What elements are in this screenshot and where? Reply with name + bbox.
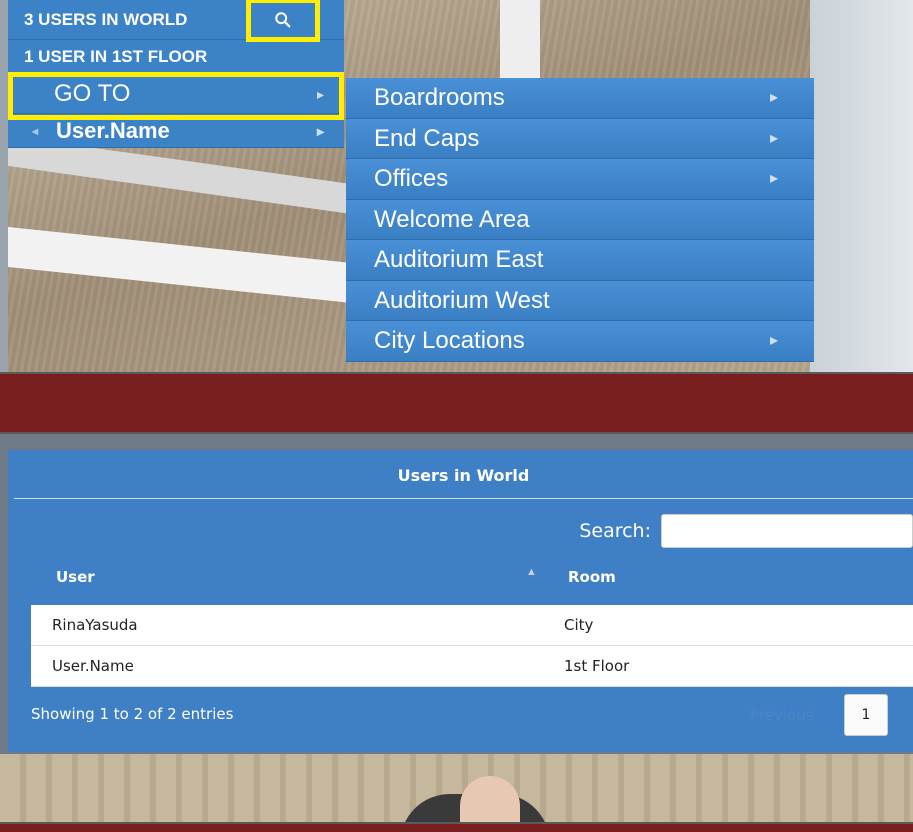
chevron-left-icon: ◂ (32, 124, 39, 138)
submenu-label: Auditorium East (374, 246, 544, 273)
chevron-right-icon: ▸ (316, 86, 324, 102)
user-label: User.Name (56, 118, 170, 143)
scene-pillar (500, 0, 540, 80)
search-button[interactable] (246, 0, 320, 42)
scene-wall (810, 0, 913, 372)
sort-asc-icon: ▲ (526, 566, 537, 578)
cell-user: User.Name (52, 657, 134, 675)
page-1-button[interactable]: 1 (844, 694, 888, 736)
users-in-world-dialog: Users in World Search: User ▲ Room RinaY… (8, 450, 913, 752)
cell-user: RinaYasuda (52, 616, 138, 634)
users-in-floor-count: 1 USER IN 1ST FLOOR (8, 40, 344, 74)
submenu-label: Offices (374, 165, 449, 192)
search-row: Search: (579, 514, 913, 548)
previous-button[interactable]: Previous (750, 706, 813, 724)
users-in-world-label: 3 USERS IN WORLD (24, 10, 188, 29)
column-header-user[interactable]: User (56, 568, 95, 586)
submenu-item-end-caps[interactable]: End Caps ▸ (346, 118, 814, 159)
cell-room: City (564, 616, 594, 634)
user-menu-item[interactable]: ◂ User.Name ▸ (8, 114, 344, 148)
submenu-item-boardrooms[interactable]: Boardrooms ▸ (346, 78, 814, 119)
users-table: RinaYasuda City User.Name 1st Floor (31, 605, 913, 687)
table-row[interactable]: User.Name 1st Floor (31, 646, 913, 687)
chevron-right-icon: ▸ (316, 123, 324, 139)
search-label: Search: (579, 520, 651, 542)
search-input[interactable] (661, 514, 913, 548)
main-menu: 3 USERS IN WORLD 1 USER IN 1ST FLOOR GO … (8, 0, 344, 148)
cell-room: 1st Floor (564, 657, 630, 675)
chevron-right-icon: ▸ (769, 332, 778, 349)
goto-submenu: Boardrooms ▸ End Caps ▸ Offices ▸ Welcom… (346, 78, 814, 362)
dialog-title: Users in World (14, 450, 913, 499)
submenu-label: End Caps (374, 124, 480, 152)
column-header-room[interactable]: Room (568, 568, 616, 586)
goto-menu-item[interactable]: GO TO ▸ (8, 74, 344, 114)
search-icon (275, 12, 291, 28)
submenu-item-offices[interactable]: Offices ▸ (346, 159, 814, 200)
submenu-label: Boardrooms (374, 84, 505, 111)
submenu-label: Auditorium West (374, 286, 550, 314)
chevron-right-icon: ▸ (769, 89, 778, 106)
submenu-item-auditorium-east[interactable]: Auditorium East (346, 240, 814, 281)
frame-edge (0, 0, 8, 372)
submenu-item-city-locations[interactable]: City Locations ▸ (346, 321, 814, 362)
submenu-item-auditorium-west[interactable]: Auditorium West (346, 280, 814, 321)
chevron-right-icon: ▸ (769, 170, 778, 187)
submenu-label: Welcome Area (374, 205, 530, 233)
table-info: Showing 1 to 2 of 2 entries (31, 705, 234, 723)
chevron-right-icon: ▸ (769, 129, 778, 147)
users-in-floor-label: 1 USER IN 1ST FLOOR (24, 47, 208, 66)
goto-label: GO TO (54, 80, 131, 107)
table-row[interactable]: RinaYasuda City (31, 605, 913, 646)
scene-top: 3 USERS IN WORLD 1 USER IN 1ST FLOOR GO … (0, 0, 913, 374)
submenu-label: City Locations (374, 327, 525, 354)
submenu-item-welcome-area[interactable]: Welcome Area (346, 199, 814, 240)
